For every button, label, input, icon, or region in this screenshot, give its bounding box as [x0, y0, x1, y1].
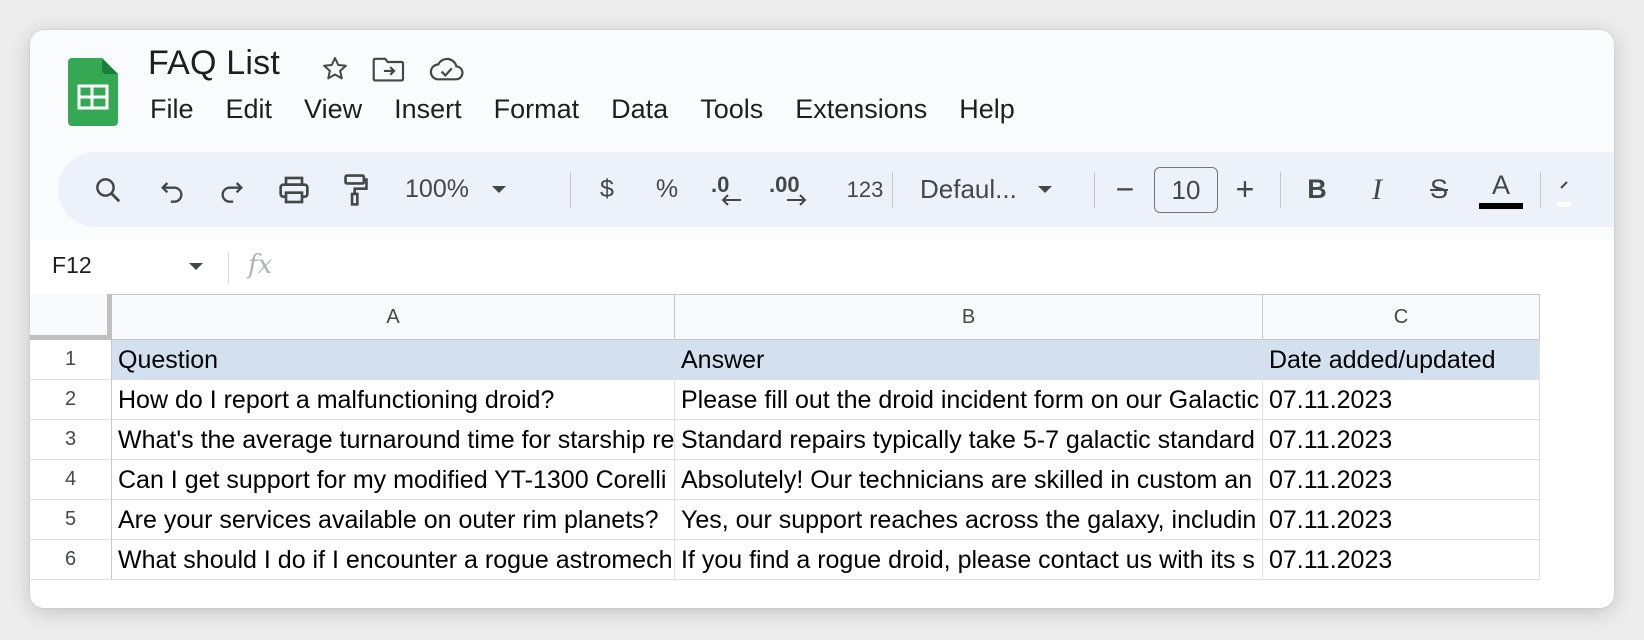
cell-a4[interactable]: Can I get support for my modified YT-130…: [112, 460, 675, 500]
cell-c6[interactable]: 07.11.2023: [1263, 540, 1540, 580]
italic-button[interactable]: I: [1360, 152, 1394, 227]
chevron-down-icon: [491, 185, 506, 193]
move-to-folder-icon[interactable]: [372, 55, 406, 83]
zoom-select[interactable]: 100%: [396, 152, 516, 227]
sheets-logo-icon[interactable]: [68, 58, 118, 126]
percent-format-button[interactable]: %: [650, 152, 684, 227]
cell-c4[interactable]: 07.11.2023: [1263, 460, 1540, 500]
search-menus-icon[interactable]: [90, 152, 126, 227]
cell-b6[interactable]: If you find a rogue droid, please contac…: [675, 540, 1263, 580]
zoom-value: 100%: [405, 175, 469, 203]
menu-extensions[interactable]: Extensions: [795, 94, 927, 125]
menu-help[interactable]: Help: [959, 94, 1015, 125]
toolbar-divider: [1280, 172, 1281, 208]
fx-icon: fx: [248, 250, 273, 280]
column-header-c[interactable]: C: [1263, 294, 1540, 340]
name-box[interactable]: F12: [52, 252, 92, 279]
cell-a2[interactable]: How do I report a malfunctioning droid?: [112, 380, 675, 420]
formula-divider: [228, 252, 229, 284]
cell-c2[interactable]: 07.11.2023: [1263, 380, 1540, 420]
fill-color-icon[interactable]: [1554, 152, 1574, 227]
cell-a3[interactable]: What's the average turnaround time for s…: [112, 420, 675, 460]
row-header[interactable]: 4: [30, 460, 112, 500]
cell-c1[interactable]: Date added/updated: [1263, 340, 1540, 380]
cell-a6[interactable]: What should I do if I encounter a rogue …: [112, 540, 675, 580]
text-color-label: A: [1491, 169, 1510, 200]
menu-format[interactable]: Format: [494, 94, 580, 125]
cell-b3[interactable]: Standard repairs typically take 5-7 gala…: [675, 420, 1263, 460]
row-header[interactable]: 6: [30, 540, 112, 580]
cell-b5[interactable]: Yes, our support reaches across the gala…: [675, 500, 1263, 540]
menu-file[interactable]: File: [150, 94, 194, 125]
row-header[interactable]: 3: [30, 420, 112, 460]
toolbar: 100% $ % .0 .00 123 Defaul... − 10 + B I…: [58, 152, 1614, 227]
arrow-left-icon: [721, 193, 741, 206]
chevron-down-icon: [1037, 185, 1052, 193]
sheets-window: FAQ List File Edit View Insert Format Da…: [30, 30, 1614, 608]
toolbar-divider: [570, 172, 571, 208]
spreadsheet-grid: A B C 1 Question Answer Date added/updat…: [30, 294, 1614, 608]
font-family-value: Defaul...: [920, 174, 1017, 204]
increase-decimal-button[interactable]: .00: [766, 152, 816, 227]
more-formats-button[interactable]: 123: [830, 152, 900, 227]
arrow-right-icon: [787, 193, 807, 206]
redo-icon[interactable]: [214, 152, 250, 227]
column-header-b[interactable]: B: [675, 294, 1263, 340]
decrease-decimal-button[interactable]: .0: [706, 152, 748, 227]
menu-edit[interactable]: Edit: [226, 94, 273, 125]
font-size-input[interactable]: 10: [1154, 167, 1218, 213]
font-family-select[interactable]: Defaul...: [920, 152, 1070, 227]
undo-icon[interactable]: [154, 152, 190, 227]
toolbar-divider: [1094, 172, 1095, 208]
select-all-corner[interactable]: [30, 294, 112, 340]
row-header[interactable]: 2: [30, 380, 112, 420]
print-icon[interactable]: [274, 152, 314, 227]
document-title[interactable]: FAQ List: [148, 44, 280, 83]
menu-tools[interactable]: Tools: [700, 94, 763, 125]
cell-a5[interactable]: Are your services available on outer rim…: [112, 500, 675, 540]
cell-c5[interactable]: 07.11.2023: [1263, 500, 1540, 540]
toolbar-divider: [892, 172, 893, 208]
bold-button[interactable]: B: [1300, 152, 1334, 227]
cell-b1[interactable]: Answer: [675, 340, 1263, 380]
cell-a1[interactable]: Question: [112, 340, 675, 380]
menu-insert[interactable]: Insert: [394, 94, 462, 125]
star-icon[interactable]: [320, 54, 350, 84]
menu-bar: File Edit View Insert Format Data Tools …: [150, 94, 1047, 125]
decrease-font-size-button[interactable]: −: [1110, 152, 1140, 227]
menu-data[interactable]: Data: [611, 94, 668, 125]
currency-format-button[interactable]: $: [592, 152, 622, 227]
text-color-swatch: [1479, 202, 1523, 209]
cell-b4[interactable]: Absolutely! Our technicians are skilled …: [675, 460, 1263, 500]
cell-b2[interactable]: Please fill out the droid incident form …: [675, 380, 1263, 420]
menu-view[interactable]: View: [304, 94, 362, 125]
cloud-saved-icon[interactable]: [428, 55, 464, 83]
column-header-a[interactable]: A: [112, 294, 675, 340]
toolbar-divider: [1540, 172, 1541, 208]
row-header[interactable]: 1: [30, 340, 112, 380]
increase-font-size-button[interactable]: +: [1230, 152, 1260, 227]
chevron-down-icon[interactable]: [188, 262, 204, 272]
formula-input[interactable]: [300, 252, 1580, 284]
formula-bar: F12 fx: [30, 240, 1614, 296]
strikethrough-button[interactable]: S: [1422, 152, 1456, 227]
text-color-button[interactable]: A: [1478, 152, 1524, 227]
cell-c3[interactable]: 07.11.2023: [1263, 420, 1540, 460]
row-header[interactable]: 5: [30, 500, 112, 540]
paint-format-icon[interactable]: [338, 152, 374, 227]
